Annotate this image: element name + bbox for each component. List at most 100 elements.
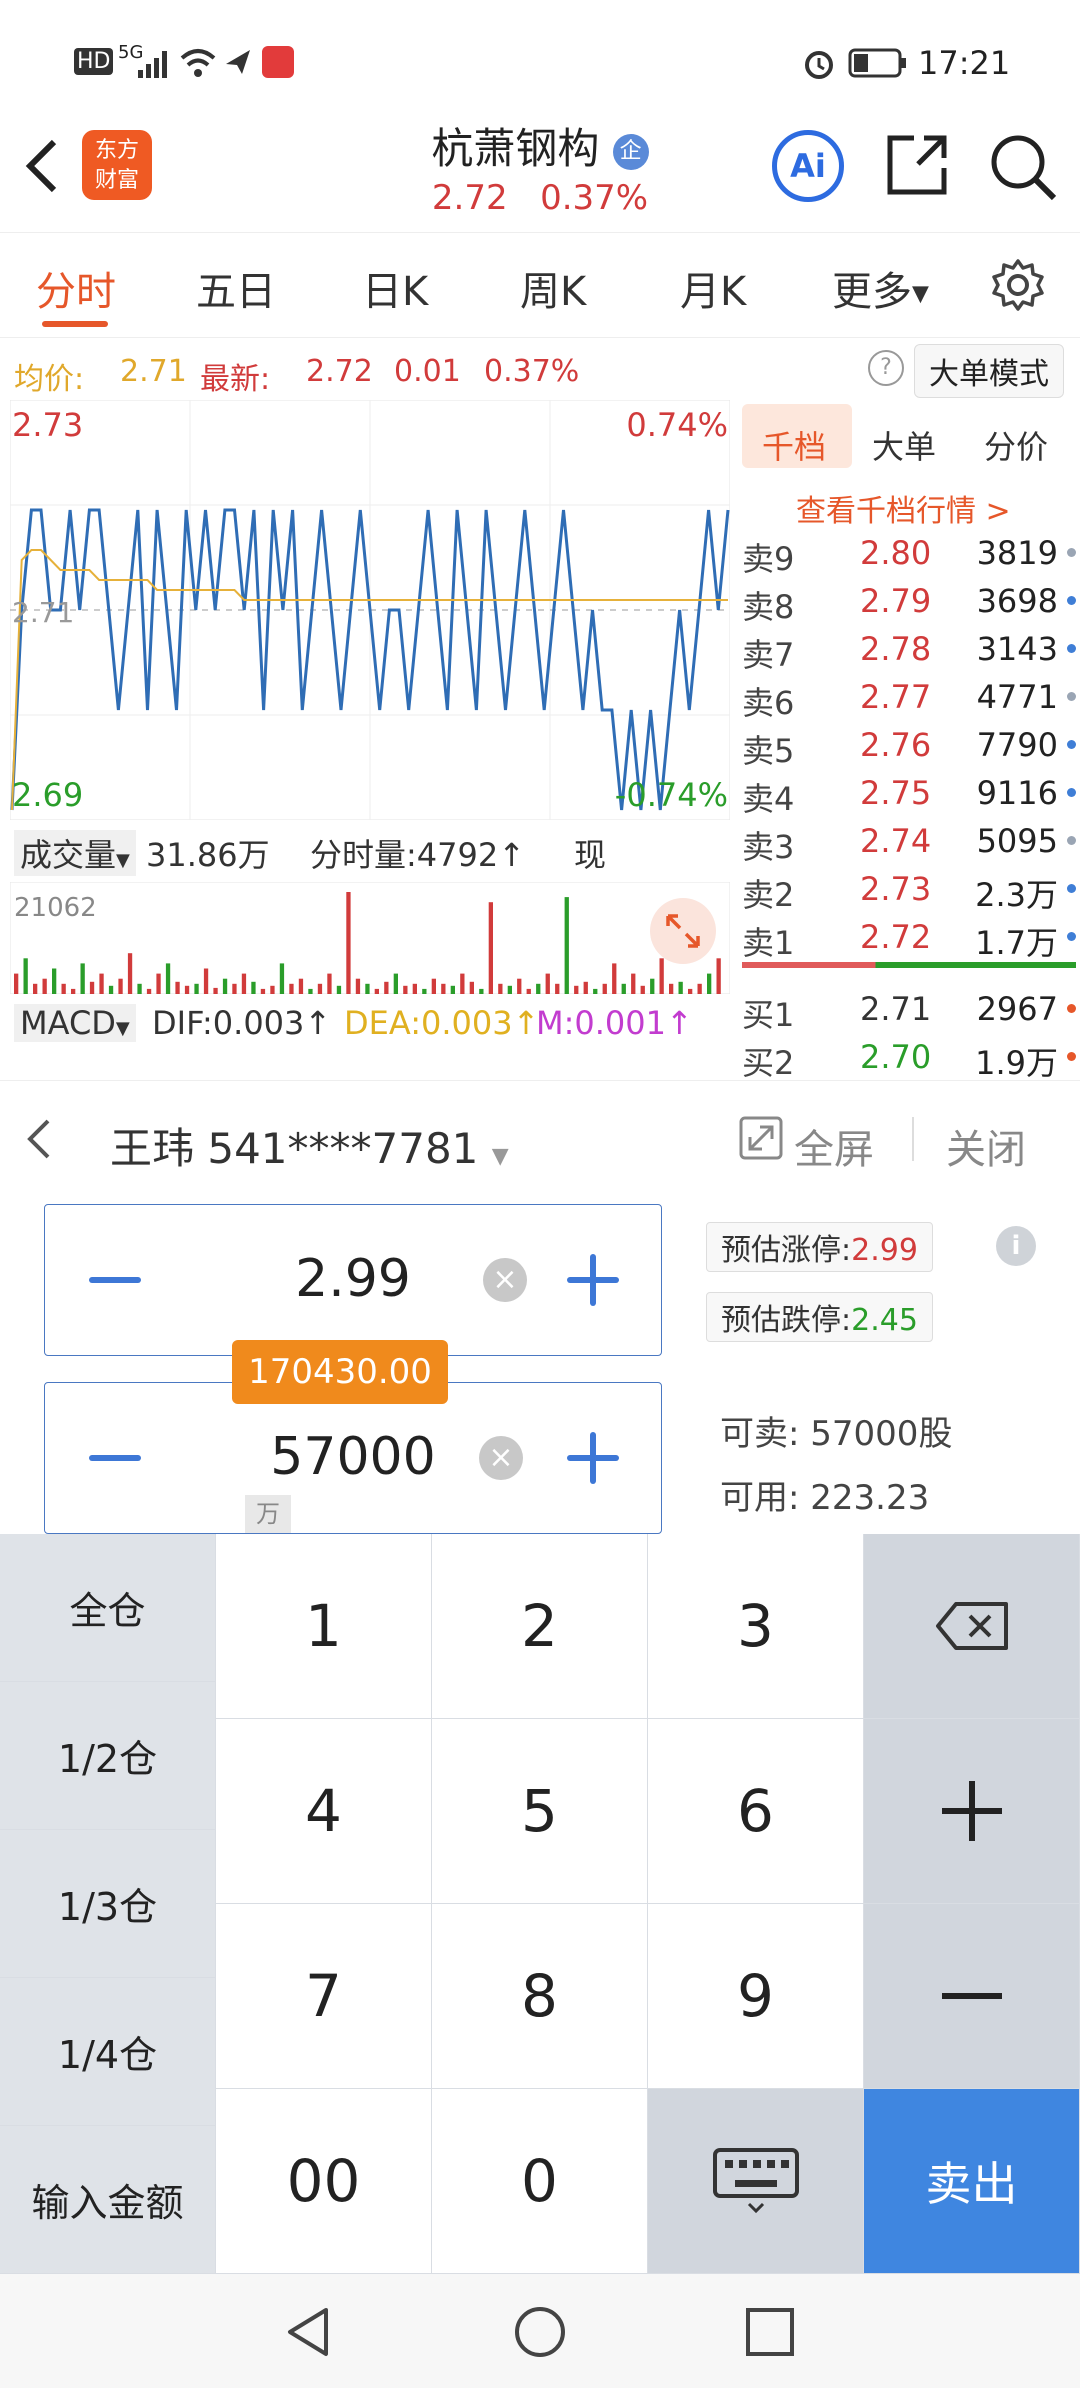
macd-selector[interactable]: MACD▼ — [14, 1004, 136, 1042]
volume-bar — [251, 981, 256, 994]
tab-five-day[interactable]: 五日 — [196, 259, 276, 317]
volume-bar — [156, 973, 161, 994]
volume-bar — [108, 985, 114, 994]
sell-row[interactable]: 卖9 2.80 3819 — [738, 528, 1080, 578]
quantity-stepper: 57000 × 万 — [44, 1382, 662, 1534]
key-2[interactable]: 2 — [432, 1534, 648, 1719]
help-icon[interactable]: ? — [868, 350, 904, 386]
current-price: 2.72 — [431, 178, 508, 218]
sell-row[interactable]: 卖5 2.76 7790 — [738, 720, 1080, 770]
latest-value: 2.72 — [306, 354, 373, 389]
share-icon[interactable] — [884, 132, 950, 198]
plus-icon[interactable] — [590, 1432, 596, 1484]
tab-price-distribution[interactable]: 分价 — [984, 422, 1048, 468]
fullscreen-icon[interactable] — [738, 1115, 784, 1161]
key-00[interactable]: 00 — [216, 2089, 432, 2274]
sell-row[interactable]: 卖7 2.78 3143 — [738, 624, 1080, 674]
tab-more-label: 更多 — [832, 269, 912, 315]
view-depth-link[interactable]: 查看千档行情 > — [796, 486, 1011, 530]
order-dot-icon — [1067, 548, 1076, 557]
gear-icon[interactable] — [990, 257, 1046, 313]
key-4[interactable]: 4 — [216, 1719, 432, 1904]
key-third-position[interactable]: 1/3仓 — [0, 1830, 216, 1978]
sell-row[interactable]: 卖3 2.74 5095 — [738, 816, 1080, 866]
sell-row[interactable]: 卖6 2.77 4771 — [738, 672, 1080, 722]
sell-button[interactable]: 卖出 — [864, 2089, 1080, 2274]
volume-bar — [393, 973, 398, 994]
dropdown-icon: ▼ — [116, 850, 130, 871]
tab-big-order[interactable]: 大单 — [872, 422, 936, 468]
order-dot-icon — [1067, 788, 1076, 797]
order-level-label: 卖2 — [742, 876, 795, 914]
hide-keyboard-button[interactable] — [648, 2089, 864, 2274]
order-price: 2.80 — [860, 534, 932, 572]
back-icon[interactable] — [24, 1117, 54, 1161]
expand-chart-button[interactable] — [650, 898, 716, 964]
nav-back-icon[interactable] — [282, 2304, 334, 2360]
search-icon[interactable] — [988, 132, 1058, 202]
key-7[interactable]: 7 — [216, 1904, 432, 2089]
order-price: 2.76 — [860, 726, 932, 764]
change-pct-value: 0.37% — [484, 354, 580, 389]
tab-intraday[interactable]: 分时 — [36, 259, 116, 317]
key-half-position[interactable]: 1/2仓 — [0, 1682, 216, 1830]
volume-bar — [412, 983, 417, 994]
tab-more[interactable]: 更多▼ — [832, 259, 929, 317]
chart-tabs: 分时 五日 日K 周K 月K 更多▼ — [0, 232, 1080, 338]
change-percent: 0.37% — [540, 178, 649, 218]
sell-row[interactable]: 卖2 2.73 2.3万 — [738, 864, 1080, 914]
key-full-position[interactable]: 全仓 — [0, 1534, 216, 1682]
clear-icon[interactable]: × — [479, 1436, 523, 1480]
key-5[interactable]: 5 — [432, 1719, 648, 1904]
pct-bottom-label: -0.74% — [615, 776, 728, 814]
nav-recents-icon[interactable] — [744, 2306, 796, 2358]
status-bar: HD 5G 17:21 — [0, 0, 1080, 120]
key-8[interactable]: 8 — [432, 1904, 648, 2089]
order-dot-icon — [1067, 1004, 1076, 1013]
backspace-button[interactable] — [864, 1534, 1080, 1719]
info-icon[interactable]: i — [996, 1226, 1036, 1266]
key-9[interactable]: 9 — [648, 1904, 864, 2089]
sell-row[interactable]: 卖4 2.75 9116 — [738, 768, 1080, 818]
key-1[interactable]: 1 — [216, 1534, 432, 1719]
key-0[interactable]: 0 — [432, 2089, 648, 2274]
volume-bar — [593, 988, 598, 994]
signal-icon — [138, 51, 167, 78]
limit-up-value: 2.99 — [851, 1233, 918, 1268]
plus-key[interactable] — [864, 1719, 1080, 1904]
buy-row[interactable]: 买1 2.71 2967 — [738, 984, 1080, 1034]
tab-monthly-k[interactable]: 月K — [680, 259, 746, 317]
volume-bar — [346, 892, 351, 994]
header-divider — [912, 1117, 914, 1161]
close-button[interactable]: 关闭 — [946, 1117, 1026, 1175]
order-level-label: 卖9 — [742, 540, 795, 578]
clear-icon[interactable]: × — [483, 1258, 527, 1302]
ai-button[interactable]: Ai — [772, 130, 844, 202]
macd-dea: DEA:0.003↑ — [344, 1004, 539, 1042]
volume-bar — [184, 985, 190, 994]
volume-bar — [669, 983, 674, 994]
order-volume: 5095 — [976, 822, 1058, 860]
account-selector[interactable]: 王玮 541****7781 ▼ — [110, 1115, 509, 1176]
volume-bar — [23, 958, 28, 994]
fullscreen-button[interactable]: 全屏 — [794, 1117, 874, 1175]
nav-home-icon[interactable] — [512, 2304, 568, 2360]
ai-label: Ai — [790, 147, 826, 185]
tab-daily-k[interactable]: 日K — [362, 259, 428, 317]
tab-depth[interactable]: 千档 — [762, 422, 826, 468]
key-enter-amount[interactable]: 输入金额 — [0, 2126, 216, 2274]
buy-row[interactable]: 买2 2.70 1.9万 — [738, 1032, 1080, 1082]
minus-key[interactable] — [864, 1904, 1080, 2089]
minus-icon — [941, 1993, 1002, 1999]
key-quarter-position[interactable]: 1/4仓 — [0, 1978, 216, 2126]
sell-row[interactable]: 卖8 2.79 3698 — [738, 576, 1080, 626]
hd-indicator: HD — [74, 48, 114, 75]
volume-selector[interactable]: 成交量▼ — [14, 830, 136, 876]
big-order-mode-button[interactable]: 大单模式 — [914, 344, 1064, 398]
key-3[interactable]: 3 — [648, 1534, 864, 1719]
plus-icon[interactable] — [590, 1254, 596, 1306]
tab-weekly-k[interactable]: 周K — [520, 259, 586, 317]
key-6[interactable]: 6 — [648, 1719, 864, 1904]
volume-bar — [507, 985, 512, 994]
sell-row[interactable]: 卖1 2.72 1.7万 — [738, 912, 1080, 962]
